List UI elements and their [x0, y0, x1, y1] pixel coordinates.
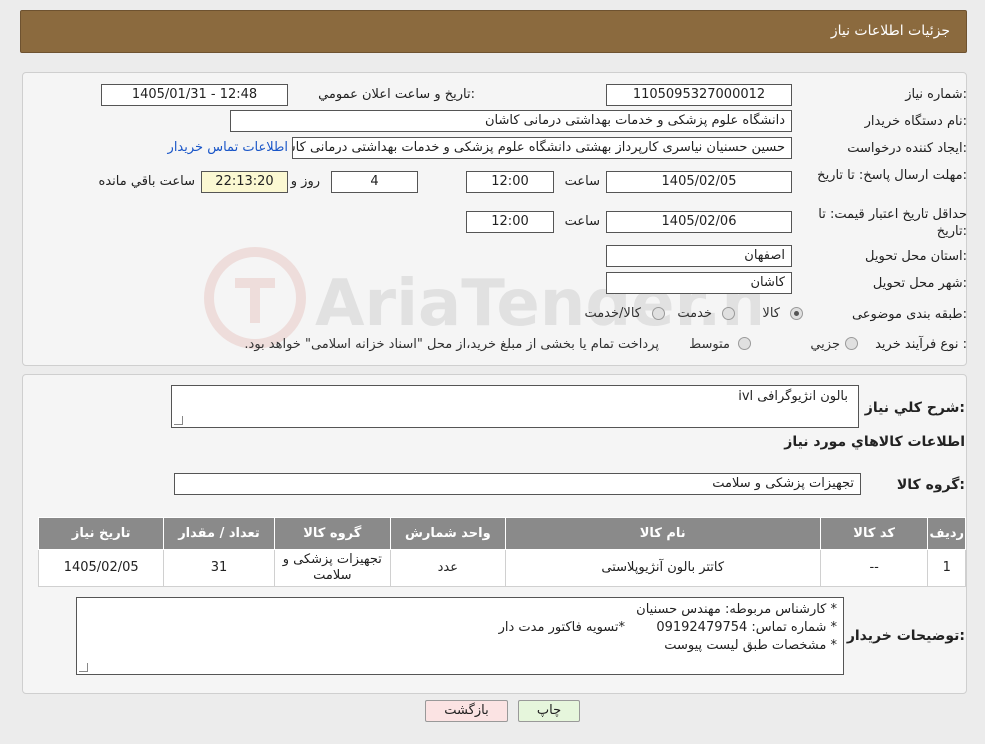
buyer-contact-link[interactable]: اطلاعات تماس خریدار: [168, 140, 288, 155]
category-radio-goods[interactable]: [790, 307, 803, 320]
cell-item-name: کاتتر بالون آنژیوپلاستی: [504, 549, 821, 587]
col-row-number: ردیف: [927, 517, 966, 550]
process-radio-medium[interactable]: [738, 337, 751, 350]
goods-table-wrapper: ردیف کد کالا نام کالا واحد شمارش گروه کا…: [37, 517, 966, 587]
back-button[interactable]: بازگشت: [425, 700, 508, 722]
process-radio-minor[interactable]: [845, 337, 858, 350]
cell-need-date: 1405/02/05: [37, 549, 165, 587]
goods-group-field[interactable]: تجهیزات پزشکی و سلامت: [174, 473, 861, 495]
goods-section-title: اطلاعات كالاهاي مورد نياز: [784, 434, 965, 450]
description-text: بالون انژیوگرافی ivl: [738, 389, 848, 404]
cell-row-number: 1: [927, 549, 966, 587]
city-field[interactable]: کاشان: [606, 272, 792, 294]
description-textarea[interactable]: بالون انژیوگرافی ivl: [171, 385, 859, 428]
buyer-org-field[interactable]: دانشگاه علوم پزشکی و خدمات بهداشتی درمان…: [230, 110, 792, 132]
creator-label: ایجاد کننده درخواست:: [847, 141, 967, 156]
cell-item-group: تجهیزات پزشکی و سلامت: [273, 549, 392, 587]
process-label: نوع فرآیند خرید :: [875, 337, 967, 352]
col-item-group: گروه کالا: [273, 517, 392, 550]
remaining-time-field: 22:13:20: [201, 171, 288, 193]
deadline-label: مهلت ارسال پاسخ: تا تاریخ:: [817, 168, 967, 183]
process-option-minor: جزیي: [810, 337, 840, 352]
buyer-org-label: نام دستگاه خریدار:: [864, 114, 967, 129]
goods-table-header: ردیف کد کالا نام کالا واحد شمارش گروه کا…: [37, 517, 966, 550]
page-header: جزئیات اطلاعات نیاز: [20, 10, 967, 53]
announce-datetime-field[interactable]: 1405/01/31 - 12:48: [101, 84, 288, 106]
province-label: استان محل تحویل:: [865, 249, 967, 264]
goods-table: ردیف کد کالا نام کالا واحد شمارش گروه کا…: [37, 517, 966, 587]
resize-handle-icon[interactable]: [174, 416, 183, 425]
creator-field[interactable]: حسین حسنیان نیاسری کارپرداز بهشتی دانشگا…: [292, 137, 792, 159]
description-label: شرح كلي نیاز:: [864, 400, 965, 416]
col-item-name: نام کالا: [504, 517, 821, 550]
days-label: روز و: [290, 174, 320, 189]
remaining-time-label: ساعت باقي مانده: [98, 174, 195, 189]
cell-quantity: 31: [163, 549, 275, 587]
resize-handle-icon[interactable]: [79, 663, 88, 672]
cell-unit: عدد: [390, 549, 506, 587]
need-number-label: شماره نیاز:: [905, 87, 967, 102]
validity-time-label: ساعت: [564, 214, 600, 229]
category-option-service: خدمت: [677, 306, 712, 321]
table-row: 1 -- کاتتر بالون آنژیوپلاستی عدد تجهیزات…: [37, 549, 966, 587]
category-option-goods-service: کالا/خدمت: [584, 306, 641, 321]
col-need-date: تاریخ نیاز: [37, 517, 165, 550]
province-field[interactable]: اصفهان: [606, 245, 792, 267]
validity-date-field[interactable]: 1405/02/06: [606, 211, 792, 233]
buyer-notes-line-2: * شماره تماس: 09192479754: [656, 620, 837, 635]
print-button[interactable]: چاپ: [518, 700, 580, 722]
validity-time-field[interactable]: 12:00: [466, 211, 554, 233]
page-title: جزئیات اطلاعات نیاز: [830, 23, 950, 39]
deadline-time-field[interactable]: 12:00: [466, 171, 554, 193]
deadline-time-label: ساعت: [564, 174, 600, 189]
buyer-notes-line-3: * مشخصات طبق لیست پیوست: [664, 638, 837, 653]
city-label: شهر محل تحویل:: [872, 276, 967, 291]
process-payment-note: پرداخت تمام یا بخشی از مبلغ خرید،از محل …: [244, 337, 659, 352]
buyer-notes-label: توضیحات خریدار:: [846, 628, 965, 644]
buyer-notes-line-2-extra: *تسویه فاکتور مدت دار: [498, 620, 625, 635]
days-field[interactable]: 4: [331, 171, 418, 193]
process-option-medium: متوسط: [689, 337, 730, 352]
need-number-field[interactable]: 1105095327000012: [606, 84, 792, 106]
category-label: طبقه بندی موضوعی:: [851, 307, 967, 322]
cell-item-code: --: [819, 549, 929, 587]
watermark-stem: [250, 278, 260, 323]
deadline-date-field[interactable]: 1405/02/05: [606, 171, 792, 193]
col-unit: واحد شمارش: [390, 517, 506, 550]
category-radio-goods-service[interactable]: [652, 307, 665, 320]
category-radio-service[interactable]: [722, 307, 735, 320]
col-item-code: کد کالا: [819, 517, 929, 550]
category-option-goods: کالا: [762, 306, 780, 321]
validity-label: حداقل تاریخ اعتبار قیمت: تا تاریخ:: [818, 207, 967, 239]
goods-group-label: گروه کالا:: [896, 477, 965, 493]
col-quantity: تعداد / مقدار: [163, 517, 275, 550]
buyer-notes-line-1: * کارشناس مربوطه: مهندس حسنیان: [636, 602, 837, 617]
announce-datetime-label: تاریخ و ساعت اعلان عمومي:: [318, 87, 475, 102]
buyer-notes-textarea[interactable]: * کارشناس مربوطه: مهندس حسنیان * شماره ت…: [76, 597, 844, 675]
